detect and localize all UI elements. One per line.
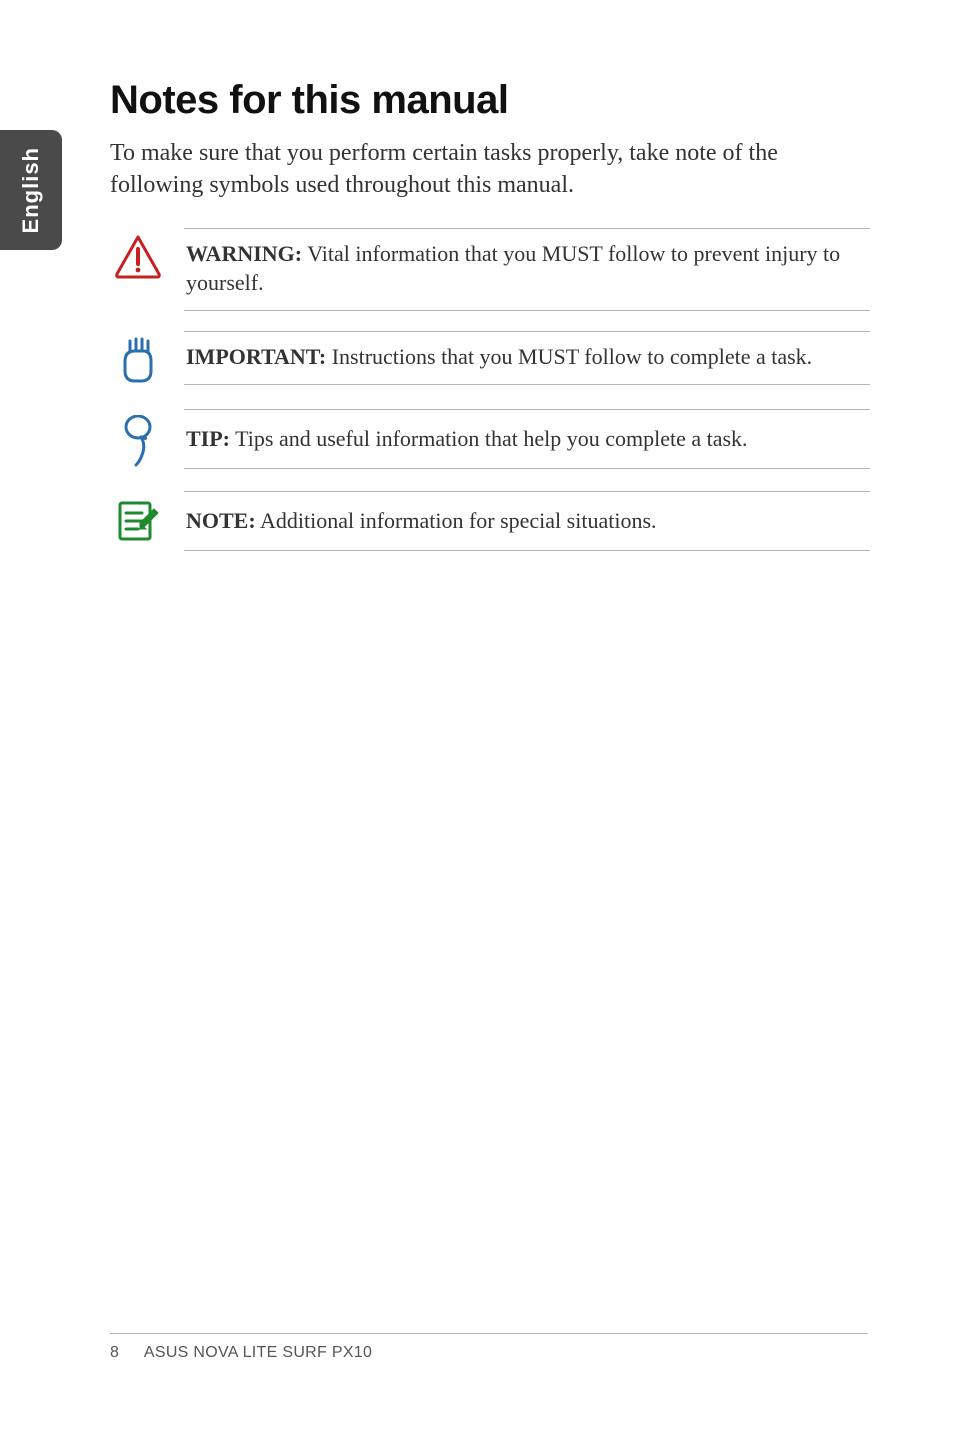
intro-paragraph: To make sure that you perform certain ta…	[110, 137, 870, 202]
page-footer: 8 ASUS NOVA LITE SURF PX10	[110, 1333, 868, 1362]
note-label: NOTE:	[186, 508, 256, 533]
language-tab-label: English	[18, 147, 44, 233]
warning-label: WARNING:	[186, 241, 302, 266]
callout-important-text: IMPORTANT: Instructions that you MUST fo…	[184, 331, 870, 385]
page-title: Notes for this manual	[110, 78, 870, 123]
tip-label: TIP:	[186, 426, 230, 451]
tip-body: Tips and useful information that help yo…	[230, 426, 748, 451]
page-number: 8	[110, 1344, 140, 1362]
callout-tip-text: TIP: Tips and useful information that he…	[184, 409, 870, 469]
warning-icon	[110, 228, 166, 280]
note-body: Additional information for special situa…	[256, 508, 657, 533]
callout-important: IMPORTANT: Instructions that you MUST fo…	[110, 331, 870, 389]
callout-warning-text: WARNING: Vital information that you MUST…	[184, 228, 870, 311]
callout-warning: WARNING: Vital information that you MUST…	[110, 228, 870, 311]
important-label: IMPORTANT:	[186, 344, 326, 369]
callout-note: NOTE: Additional information for special…	[110, 491, 870, 551]
important-body: Instructions that you MUST follow to com…	[326, 344, 812, 369]
callout-tip: TIP: Tips and useful information that he…	[110, 409, 870, 471]
note-icon	[110, 491, 166, 545]
important-icon	[110, 331, 166, 389]
language-tab: English	[0, 130, 62, 250]
document-page: English Notes for this manual To make su…	[0, 0, 954, 1438]
page-content: Notes for this manual To make sure that …	[110, 78, 870, 571]
footer-title: ASUS NOVA LITE SURF PX10	[144, 1344, 372, 1361]
callout-note-text: NOTE: Additional information for special…	[184, 491, 870, 551]
tip-icon	[110, 409, 166, 471]
